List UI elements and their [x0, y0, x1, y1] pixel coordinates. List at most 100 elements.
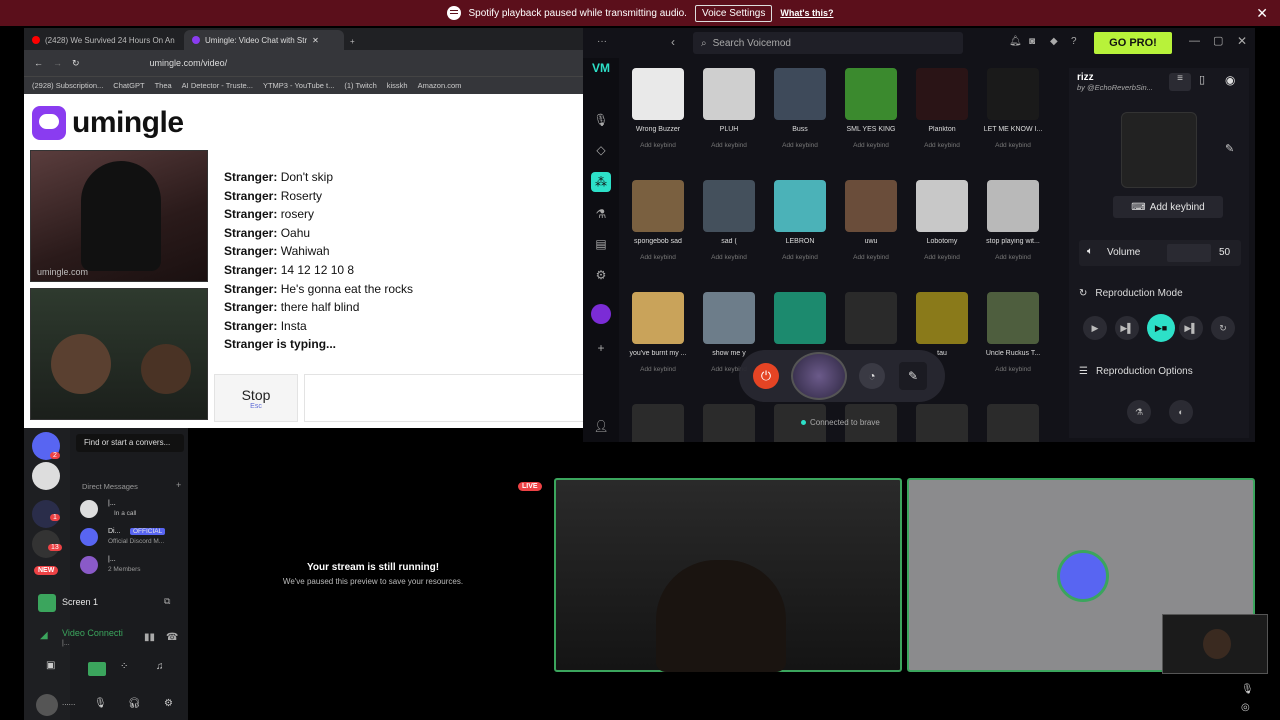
soundboard-icon[interactable]: ♫: [156, 661, 164, 672]
activities-icon[interactable]: ⁘: [120, 661, 128, 672]
bookmark-item[interactable]: Thea: [155, 81, 172, 90]
menu-dots-icon[interactable]: ···: [597, 36, 607, 47]
magic-wand-icon[interactable]: ✎: [899, 362, 927, 390]
sound-keybind[interactable]: Add keybind: [698, 254, 760, 261]
message-input[interactable]: [304, 374, 584, 422]
sound-tile[interactable]: [698, 404, 760, 442]
participant-video-tile[interactable]: [554, 478, 902, 672]
user-icon[interactable]: 👤︎: [591, 416, 611, 436]
user-avatar[interactable]: [36, 694, 58, 716]
sound-tile[interactable]: stop playing wit... Add keybind: [982, 180, 1044, 261]
sound-keybind[interactable]: Add keybind: [982, 366, 1044, 373]
sound-keybind[interactable]: Add keybind: [840, 142, 902, 149]
go-pro-button[interactable]: GO PRO!: [1094, 32, 1172, 54]
find-conversation-input[interactable]: Find or start a convers...: [76, 434, 184, 452]
sound-tile[interactable]: LET ME KNOW I... Add keybind: [982, 68, 1044, 149]
reproduction-options-header[interactable]: ☰ Reproduction Options: [1079, 366, 1193, 377]
back-chevron-icon[interactable]: ‹: [671, 35, 675, 49]
bookmark-item[interactable]: (1) Twitch: [344, 81, 376, 90]
add-dm-icon[interactable]: +: [176, 480, 181, 490]
sound-tile[interactable]: Lobotomy Add keybind: [911, 180, 973, 261]
sound-keybind[interactable]: Add keybind: [982, 142, 1044, 149]
sound-keybind[interactable]: Add keybind: [627, 254, 689, 261]
sound-tile[interactable]: Plankton Add keybind: [911, 68, 973, 149]
book-icon[interactable]: ▯: [1199, 73, 1205, 86]
sound-tile[interactable]: SML YES KING Add keybind: [840, 68, 902, 149]
help-icon[interactable]: ?: [1071, 36, 1077, 47]
sound-tile[interactable]: PLUH Add keybind: [698, 68, 760, 149]
flask-option-button[interactable]: ⚗︎: [1127, 400, 1151, 424]
bookmark-item[interactable]: kisskh: [387, 81, 408, 90]
flask-icon[interactable]: ⚗︎: [591, 204, 611, 224]
forward-icon[interactable]: →: [53, 58, 62, 68]
bell-icon[interactable]: 🔔︎: [1009, 36, 1022, 47]
tab-umingle[interactable]: Umingle: Video Chat with Str ✕: [184, 30, 344, 50]
screen-share-icon[interactable]: [38, 594, 56, 612]
voice-avatar[interactable]: [791, 352, 847, 400]
voicemod-logo-icon[interactable]: VM: [591, 58, 611, 78]
sound-tile[interactable]: [911, 404, 973, 442]
sound-keybind[interactable]: Add keybind: [698, 142, 760, 149]
edit-icon[interactable]: ✎: [1225, 142, 1234, 155]
dm-item[interactable]: Di... OFFICIAL Official Discord M...: [80, 528, 184, 548]
volume-value[interactable]: 50: [1219, 247, 1230, 258]
sound-tile[interactable]: [982, 404, 1044, 442]
sound-tile[interactable]: [769, 292, 831, 359]
camera-icon[interactable]: [88, 662, 106, 676]
sound-tile[interactable]: Uncle Ruckus T... Add keybind: [982, 292, 1044, 373]
sound-keybind[interactable]: Add keybind: [769, 254, 831, 261]
camera-off-icon[interactable]: ▣: [46, 660, 55, 671]
tag-icon[interactable]: ◇: [591, 140, 611, 160]
sound-tile[interactable]: Buss Add keybind: [769, 68, 831, 149]
settings-icon[interactable]: ⚙︎: [591, 265, 611, 285]
server-icon[interactable]: [32, 462, 60, 490]
bookmark-item[interactable]: YTMP3 - YouTube t...: [263, 81, 334, 90]
soundboard-icon[interactable]: ⁂: [591, 172, 611, 192]
headset-icon[interactable]: 🎧︎: [128, 698, 141, 709]
disconnect-icon[interactable]: ☎︎: [166, 632, 178, 643]
sound-keybind[interactable]: Add keybind: [627, 142, 689, 149]
sound-tile[interactable]: you've burnt my ... Add keybind: [627, 292, 689, 373]
popout-icon[interactable]: ⧉: [164, 596, 170, 607]
store-icon[interactable]: ▤: [591, 234, 611, 254]
new-tab-icon[interactable]: +: [344, 37, 361, 50]
add-keybind-button[interactable]: ⌨︎ Add keybind: [1113, 196, 1223, 218]
sound-keybind[interactable]: Add keybind: [627, 366, 689, 373]
power-button[interactable]: ⏻: [753, 363, 779, 389]
sound-keybind[interactable]: Add keybind: [982, 254, 1044, 261]
gear-icon[interactable]: ⚙︎: [164, 698, 173, 709]
reload-icon[interactable]: ↻: [72, 58, 80, 69]
tab-youtube[interactable]: (2428) We Survived 24 Hours On An: [24, 30, 184, 50]
mic-icon[interactable]: 🎙︎: [94, 698, 107, 709]
play-stop-mode-button[interactable]: ▶■: [1147, 314, 1175, 342]
sound-keybind[interactable]: Add keybind: [911, 142, 973, 149]
search-input[interactable]: ⌕ Search Voicemod: [693, 32, 963, 54]
self-preview-tile[interactable]: [1162, 614, 1268, 674]
bookmark-item[interactable]: Amazon.com: [418, 81, 462, 90]
screen-label[interactable]: Screen 1: [62, 597, 98, 607]
back-icon[interactable]: ←: [34, 58, 43, 68]
loop-mode-button[interactable]: ↻: [1211, 316, 1235, 340]
play-overlap-mode-button[interactable]: ▶▌: [1179, 316, 1203, 340]
sound-tile[interactable]: Wrong Buzzer Add keybind: [627, 68, 689, 149]
sliders-icon[interactable]: ≡: [1169, 73, 1191, 91]
close-icon[interactable]: ✕: [1256, 5, 1268, 22]
whats-this-link[interactable]: What's this?: [780, 8, 833, 18]
sound-keybind[interactable]: Add keybind: [911, 254, 973, 261]
sound-tile[interactable]: uwu Add keybind: [840, 180, 902, 261]
sound-tile[interactable]: LEBRON Add keybind: [769, 180, 831, 261]
diamond-icon[interactable]: ◆: [1050, 36, 1058, 47]
sound-tile[interactable]: sad (Add keybind: [698, 180, 760, 261]
sound-tile[interactable]: [627, 404, 689, 442]
minimize-icon[interactable]: —: [1189, 35, 1200, 47]
volume-slider[interactable]: [1167, 244, 1211, 262]
close-tab-icon[interactable]: ✕: [312, 36, 319, 45]
url-field[interactable]: umingle.com/video/: [150, 58, 228, 68]
sound-tile[interactable]: [840, 292, 902, 359]
play-pause-mode-button[interactable]: ▶▌: [1115, 316, 1139, 340]
dm-item[interactable]: |... 2 Members: [80, 556, 184, 576]
maximize-icon[interactable]: ▢: [1213, 34, 1223, 47]
bookmark-item[interactable]: (2928) Subscription...: [32, 81, 103, 90]
discord-icon[interactable]: ◙: [1029, 36, 1035, 47]
avatar-icon[interactable]: [591, 304, 611, 324]
